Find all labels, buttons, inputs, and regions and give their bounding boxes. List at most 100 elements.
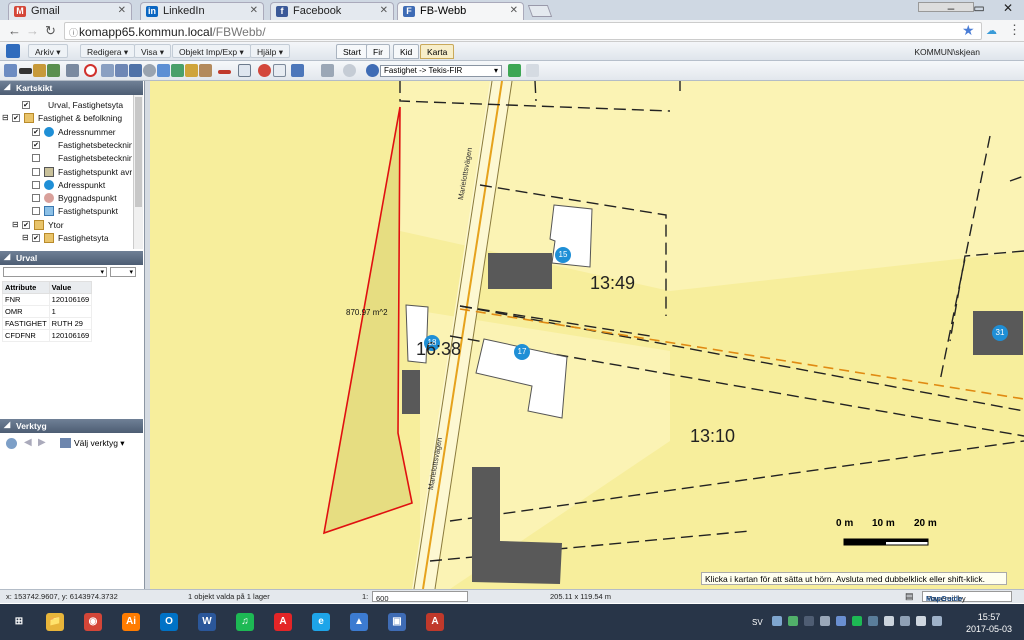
taskbar-app[interactable]: A xyxy=(266,608,300,636)
shape-icon[interactable] xyxy=(343,64,356,77)
layer-checkbox[interactable]: ✔ xyxy=(32,127,40,136)
zoom-out-icon[interactable] xyxy=(171,64,184,77)
back-icon[interactable]: ← xyxy=(8,23,21,38)
tab-karta[interactable]: Karta xyxy=(420,44,455,59)
close-icon[interactable]: ✕ xyxy=(510,5,518,16)
layer-checkbox[interactable] xyxy=(32,154,40,163)
tray-icon[interactable] xyxy=(852,616,862,626)
menu-objekt-imp-exp[interactable]: Objekt Imp/Exp ▾ xyxy=(172,44,251,58)
layer-item[interactable]: Byggnadspunkt xyxy=(0,192,132,205)
tray-icon[interactable] xyxy=(836,616,846,626)
tab-start[interactable]: Start xyxy=(336,44,368,59)
refresh-icon[interactable] xyxy=(47,64,60,77)
tray-icon[interactable] xyxy=(772,616,782,626)
network-icon[interactable] xyxy=(900,616,910,626)
layer-item[interactable]: Fastighetspunkt xyxy=(0,205,132,218)
expand-icon[interactable]: ⊟ xyxy=(22,233,29,242)
layer-item[interactable]: ✔ Fastighetsbeteckningsi xyxy=(0,139,132,152)
layer-checkbox[interactable] xyxy=(32,180,40,189)
select-tool-button[interactable]: Välj verktyg ▾ xyxy=(74,438,125,449)
layer-item[interactable]: ✔ Urval, Fastighetsyta xyxy=(0,99,132,112)
previous-view-icon[interactable] xyxy=(199,64,212,77)
taskbar-app[interactable]: e xyxy=(304,608,338,636)
close-window-button[interactable]: ✕ xyxy=(994,0,1022,18)
layer-checkbox[interactable]: ✔ xyxy=(22,220,30,229)
tab-kid[interactable]: Kid xyxy=(393,44,420,59)
taskbar-app[interactable]: ▣ xyxy=(380,608,414,636)
export-icon[interactable] xyxy=(33,64,46,77)
draw-icon[interactable] xyxy=(218,70,231,74)
layer-checkbox[interactable]: ✔ xyxy=(32,234,40,242)
urval-header[interactable]: ◢ Urval xyxy=(0,251,143,265)
tab-linkedin[interactable]: in LinkedIn ✕ xyxy=(140,2,264,20)
map-canvas[interactable]: 13:49 16:38 13:10 15 17 18 31 Marielotts… xyxy=(150,81,1024,589)
help-icon[interactable] xyxy=(366,64,379,77)
bookmark-star-icon[interactable]: ★ xyxy=(962,22,975,39)
language-indicator[interactable]: SV xyxy=(752,618,763,627)
tray-icon[interactable] xyxy=(820,616,830,626)
clock[interactable]: 15:57 2017-05-03 xyxy=(966,611,1012,635)
maximize-button[interactable]: ▭ xyxy=(965,0,993,18)
zoom-extent-icon[interactable] xyxy=(129,64,142,77)
magnifier-icon[interactable] xyxy=(143,64,156,77)
layer-item[interactable]: Fastighetspunkt avregi xyxy=(0,166,132,179)
layers-icon[interactable] xyxy=(291,64,304,77)
save-icon[interactable]: ▤ xyxy=(905,591,914,602)
rectangle-select-icon[interactable] xyxy=(238,64,251,77)
url-input[interactable]: komapp65.kommun.local/FBWebb/ ⓘ xyxy=(64,22,982,40)
forward-icon[interactable]: → xyxy=(26,23,39,38)
select-icon[interactable] xyxy=(101,64,114,77)
menu-arkiv[interactable]: Arkiv ▾ xyxy=(28,44,68,58)
measure-icon[interactable] xyxy=(19,68,32,74)
reload-icon[interactable]: ↻ xyxy=(45,23,56,39)
page-info-icon[interactable]: ⓘ xyxy=(69,26,78,39)
tray-icon[interactable] xyxy=(884,616,894,626)
layer-checkbox[interactable] xyxy=(32,167,40,176)
tab-gmail[interactable]: M Gmail ✕ xyxy=(8,2,132,20)
tray-icon[interactable] xyxy=(804,616,814,626)
layer-checkbox[interactable] xyxy=(32,207,40,216)
taskbar-app[interactable]: ▲ xyxy=(342,608,376,636)
table-icon[interactable] xyxy=(273,64,286,77)
taskbar-app[interactable]: Ai xyxy=(114,608,148,636)
battery-icon[interactable] xyxy=(932,616,942,626)
volume-icon[interactable] xyxy=(916,616,926,626)
kartskikt-header[interactable]: ◢ Kartskikt xyxy=(0,81,143,95)
layer-item[interactable]: Adresspunkt xyxy=(0,179,132,192)
legend-icon[interactable] xyxy=(321,64,334,77)
tray-icon[interactable] xyxy=(788,616,798,626)
zoom-rect-icon[interactable] xyxy=(115,64,128,77)
layer-checkbox[interactable]: ✔ xyxy=(12,114,20,123)
urval-layer-select[interactable]: ▾ xyxy=(3,267,107,277)
selection-polygon[interactable] xyxy=(322,106,413,535)
layer-item[interactable]: ✔ Ytor ⊟ xyxy=(0,219,132,232)
tab-facebook[interactable]: f Facebook ✕ xyxy=(270,2,394,20)
taskbar-app[interactable]: W xyxy=(190,608,224,636)
expand-icon[interactable]: ⊟ xyxy=(2,113,9,122)
urval-object-select[interactable]: ▾ xyxy=(110,267,136,277)
close-icon[interactable]: ✕ xyxy=(118,5,126,16)
clear-selection-icon[interactable] xyxy=(84,64,97,77)
layer-select[interactable]: Fastighet -> Tekis-FIR ▾ xyxy=(380,65,502,77)
start-button[interactable]: ⊞ xyxy=(2,608,36,636)
layer-item[interactable]: Fastighetsbeteckning xyxy=(0,152,132,165)
minimize-button[interactable]: – xyxy=(937,0,965,18)
layer-checkbox[interactable]: ✔ xyxy=(32,140,40,149)
forward-icon[interactable]: ▶ xyxy=(38,437,46,448)
scrollbar-thumb[interactable] xyxy=(135,97,142,207)
taskbar-app[interactable]: A xyxy=(418,608,452,636)
menu-redigera[interactable]: Redigera ▾ xyxy=(80,44,136,58)
layer-checkbox[interactable]: ✔ xyxy=(22,101,30,109)
polygon-select-icon[interactable] xyxy=(258,64,271,77)
zoom-in-icon[interactable] xyxy=(157,64,170,77)
layer-tree-scrollbar[interactable] xyxy=(133,95,143,249)
taskbar-app[interactable]: ♫ xyxy=(228,608,262,636)
close-icon[interactable]: ✕ xyxy=(250,5,258,16)
expand-icon[interactable]: ⊟ xyxy=(12,220,19,229)
verktyg-header[interactable]: ◢ Verktyg xyxy=(0,419,143,433)
scale-input[interactable]: 600 xyxy=(372,591,468,603)
print-icon[interactable] xyxy=(4,64,17,77)
taskbar-app[interactable]: O xyxy=(152,608,186,636)
layer-item[interactable]: ✔ Fastighet & befolkning ⊟ xyxy=(0,112,132,125)
taskbar-app[interactable]: 📁 xyxy=(38,608,72,636)
